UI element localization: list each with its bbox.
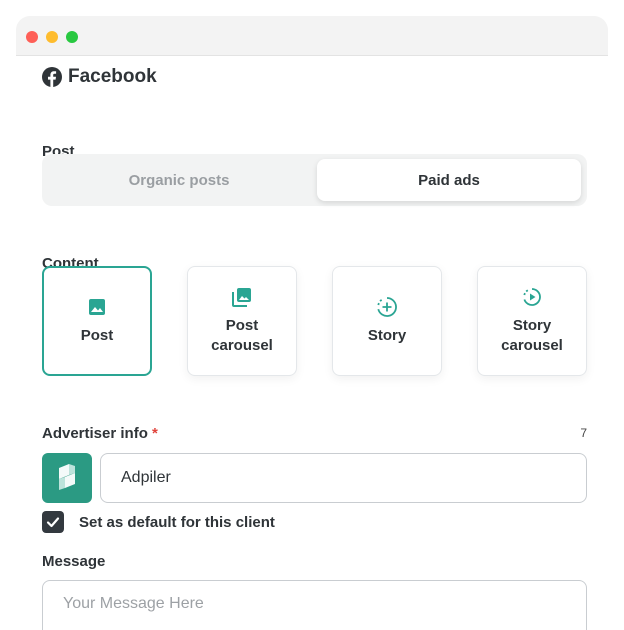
default-client-checkbox[interactable] — [42, 511, 64, 533]
minimize-window-button[interactable] — [46, 31, 58, 43]
image-stack-icon — [232, 288, 251, 307]
character-counter: 7 — [580, 426, 587, 440]
advertiser-name-input[interactable] — [100, 453, 587, 503]
post-type-toggle: Organic posts Paid ads — [42, 154, 587, 206]
platform-header: Facebook — [42, 65, 157, 89]
organic-posts-option[interactable]: Organic posts — [47, 159, 311, 201]
content-card-label: Post — [80, 327, 114, 344]
content-card-label: Story — [367, 327, 407, 344]
content-card-story[interactable]: Story — [332, 266, 442, 376]
default-client-option: Set as default for this client — [42, 511, 275, 533]
content-card-label: Story carousel — [501, 317, 563, 354]
advertiser-info-label: Advertiser info * — [42, 425, 158, 442]
content-card-story-carousel[interactable]: Story carousel — [477, 266, 587, 376]
advertiser-row — [42, 453, 587, 503]
maximize-window-button[interactable] — [66, 31, 78, 43]
message-input[interactable] — [42, 580, 587, 630]
story-carousel-icon — [523, 288, 541, 306]
checkmark-icon — [46, 517, 60, 528]
facebook-icon — [42, 67, 62, 87]
app-window: Facebook Post Organic posts Paid ads Con… — [16, 16, 608, 630]
image-icon — [89, 299, 105, 315]
content-card-post[interactable]: Post — [42, 266, 152, 376]
window-titlebar — [16, 16, 608, 56]
paid-ads-option[interactable]: Paid ads — [317, 159, 581, 201]
message-label: Message — [42, 553, 106, 570]
story-add-icon — [377, 297, 397, 317]
close-window-button[interactable] — [26, 31, 38, 43]
content-type-cards: Post Post carousel Story Story carousel — [42, 266, 587, 376]
content-card-post-carousel[interactable]: Post carousel — [187, 266, 297, 376]
default-client-label[interactable]: Set as default for this client — [79, 514, 275, 531]
adpiler-logo-icon — [59, 464, 75, 490]
required-asterisk: * — [152, 425, 158, 442]
platform-title: Facebook — [68, 66, 157, 87]
adpiler-logo — [42, 453, 92, 503]
content-card-label: Post carousel — [211, 317, 273, 354]
